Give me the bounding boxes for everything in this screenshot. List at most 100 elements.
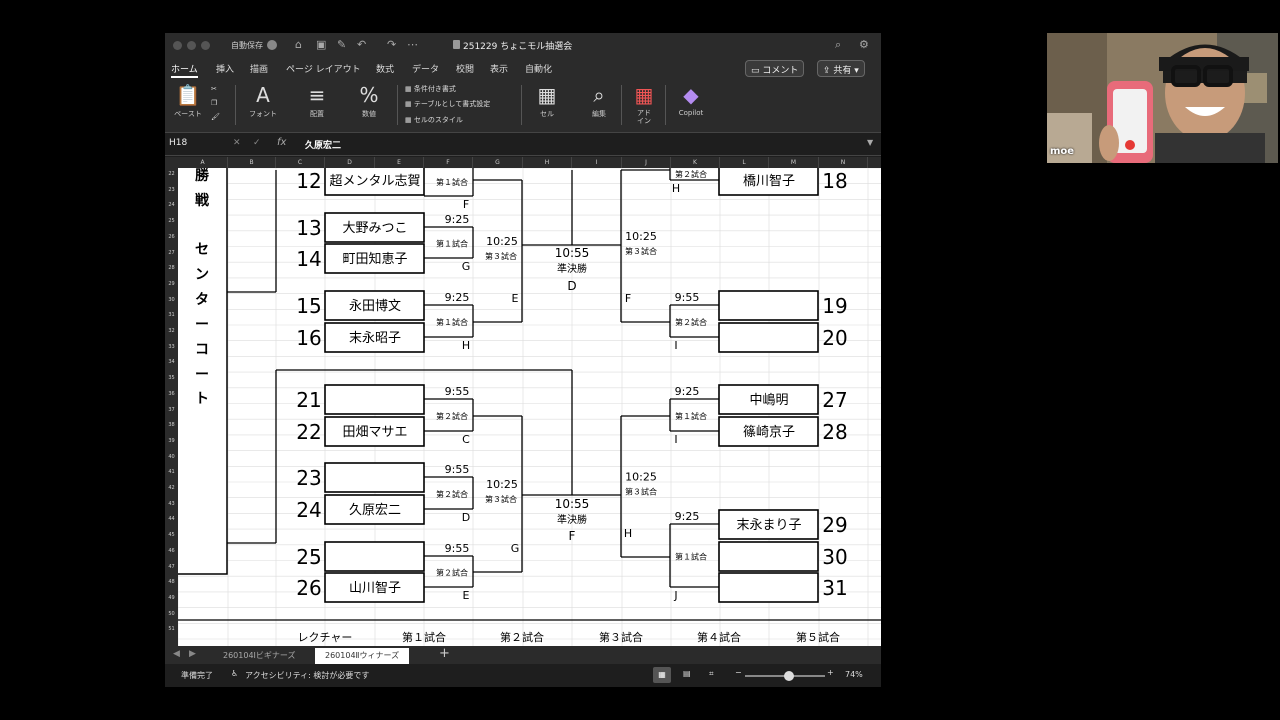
tab-review[interactable]: 校閲 bbox=[456, 62, 474, 75]
cancel-icon[interactable]: ✕ bbox=[233, 138, 241, 148]
sheet-tab-winners[interactable]: 260104Ⅱウィナーズ bbox=[315, 648, 410, 664]
zoom-level[interactable]: 74% bbox=[845, 670, 863, 679]
row-header[interactable]: 45 bbox=[165, 532, 178, 538]
page-layout-view-icon[interactable]: ▤ bbox=[683, 669, 691, 678]
row-header[interactable]: 33 bbox=[165, 344, 178, 350]
row-header[interactable]: 48 bbox=[165, 579, 178, 585]
number-button[interactable]: % 数値 bbox=[351, 81, 387, 119]
tab-view[interactable]: 表示 bbox=[490, 62, 508, 75]
row-header[interactable]: 23 bbox=[165, 187, 178, 193]
save-icon[interactable]: ▣ bbox=[316, 38, 326, 51]
paste-button[interactable]: 📋 ペースト bbox=[171, 81, 205, 119]
accessibility-status[interactable]: アクセシビリティ: 検討が必要です bbox=[245, 670, 369, 681]
column-header[interactable]: A bbox=[178, 157, 228, 168]
settings-icon[interactable]: ⚙ bbox=[859, 38, 869, 51]
row-header[interactable]: 36 bbox=[165, 391, 178, 397]
check-icon[interactable]: ✓ bbox=[253, 138, 261, 148]
font-button[interactable]: A フォント bbox=[245, 81, 281, 119]
tab-page-layout[interactable]: ページ レイアウト bbox=[286, 62, 361, 75]
column-header[interactable]: B bbox=[228, 157, 276, 168]
row-header[interactable]: 40 bbox=[165, 454, 178, 460]
row-header[interactable]: 43 bbox=[165, 501, 178, 507]
tab-automate[interactable]: 自動化 bbox=[525, 62, 552, 75]
cell-style-button[interactable]: ▦ セルのスタイル bbox=[405, 115, 463, 125]
column-header[interactable]: J bbox=[622, 157, 671, 168]
tab-data[interactable]: データ bbox=[412, 62, 439, 75]
row-header[interactable]: 46 bbox=[165, 548, 178, 554]
formula-input[interactable]: 久原宏二 bbox=[305, 138, 341, 151]
more-icon[interactable]: ⋯ bbox=[407, 38, 418, 51]
conditional-format-button[interactable]: ▦ 条件付き書式 bbox=[405, 84, 456, 94]
home-icon[interactable]: ⌂ bbox=[295, 38, 302, 51]
row-header[interactable]: 24 bbox=[165, 202, 178, 208]
sheet-tab-beginners[interactable]: 260104Ⅰビギナーズ bbox=[213, 648, 306, 664]
row-header[interactable]: 30 bbox=[165, 297, 178, 303]
zoom-out-icon[interactable]: − bbox=[735, 668, 742, 677]
prev-sheet-icon[interactable]: ◀ bbox=[173, 649, 180, 659]
row-header[interactable]: 37 bbox=[165, 407, 178, 413]
next-sheet-icon[interactable]: ▶ bbox=[189, 649, 196, 659]
close-window-button[interactable] bbox=[173, 41, 182, 50]
row-header[interactable]: 47 bbox=[165, 564, 178, 570]
tab-formulas[interactable]: 数式 bbox=[376, 62, 394, 75]
row-header[interactable]: 50 bbox=[165, 611, 178, 617]
row-header[interactable]: 27 bbox=[165, 250, 178, 256]
row-header[interactable]: 42 bbox=[165, 485, 178, 491]
column-header[interactable]: D bbox=[325, 157, 375, 168]
zoom-in-icon[interactable]: + bbox=[827, 668, 834, 677]
format-painter-icon[interactable]: 🖌 bbox=[211, 113, 220, 121]
column-header[interactable]: E bbox=[375, 157, 424, 168]
row-header[interactable]: 29 bbox=[165, 281, 178, 287]
column-header[interactable]: C bbox=[276, 157, 325, 168]
align-button[interactable]: ≡ 配置 bbox=[299, 81, 335, 119]
row-header[interactable]: 34 bbox=[165, 359, 178, 365]
zoom-slider[interactable] bbox=[745, 671, 825, 681]
worksheet[interactable]: 勝戦センターコート 12 超メンタル志賀 13 大野みつこ 14 町田知恵子 15 永田博文 16… bbox=[178, 168, 881, 646]
addin-button[interactable]: ▦ アド イン bbox=[629, 81, 659, 125]
copilot-button[interactable]: ◆ Copilot bbox=[673, 81, 709, 117]
column-header[interactable]: K bbox=[671, 157, 720, 168]
edit-icon[interactable]: ✎ bbox=[337, 38, 346, 51]
chevron-down-icon[interactable]: ▼ bbox=[867, 138, 873, 147]
tab-draw[interactable]: 描画 bbox=[250, 62, 268, 75]
row-header[interactable]: 49 bbox=[165, 595, 178, 601]
add-sheet-icon[interactable]: + bbox=[439, 646, 450, 661]
cut-icon[interactable]: ✂ bbox=[211, 85, 217, 93]
zoom-thumb[interactable] bbox=[784, 671, 794, 681]
table-format-button[interactable]: ▦ テーブルとして書式設定 bbox=[405, 99, 490, 109]
cell-button[interactable]: ▦ セル bbox=[529, 81, 565, 119]
edit-button[interactable]: ⌕ 編集 bbox=[581, 81, 617, 119]
share-button[interactable]: ⇪ 共有 ▾ bbox=[817, 60, 865, 77]
row-header[interactable]: 26 bbox=[165, 234, 178, 240]
autosave-toggle[interactable] bbox=[267, 40, 277, 50]
column-header[interactable]: H bbox=[523, 157, 572, 168]
maximize-window-button[interactable] bbox=[201, 41, 210, 50]
page-break-view-icon[interactable]: ⌗ bbox=[709, 669, 714, 679]
name-box[interactable]: H18 bbox=[169, 138, 229, 148]
column-header[interactable]: M bbox=[769, 157, 819, 168]
row-header[interactable]: 28 bbox=[165, 265, 178, 271]
row-header[interactable]: 38 bbox=[165, 422, 178, 428]
fx-icon[interactable]: fx bbox=[277, 137, 286, 148]
row-header[interactable]: 39 bbox=[165, 438, 178, 444]
redo-icon[interactable]: ↷ bbox=[387, 38, 396, 51]
normal-view-icon[interactable]: ▦ bbox=[653, 667, 671, 683]
column-header[interactable]: L bbox=[720, 157, 769, 168]
comment-button[interactable]: ▭ コメント bbox=[745, 60, 805, 77]
tab-insert[interactable]: 挿入 bbox=[216, 62, 234, 75]
column-header[interactable]: G bbox=[473, 157, 523, 168]
row-header[interactable]: 32 bbox=[165, 328, 178, 334]
column-header[interactable]: N bbox=[819, 157, 868, 168]
minimize-window-button[interactable] bbox=[187, 41, 196, 50]
column-header[interactable]: F bbox=[424, 157, 473, 168]
row-header[interactable]: 25 bbox=[165, 218, 178, 224]
row-header[interactable]: 44 bbox=[165, 516, 178, 522]
row-header[interactable]: 22 bbox=[165, 171, 178, 177]
row-header[interactable]: 51 bbox=[165, 626, 178, 632]
tab-home[interactable]: ホーム bbox=[171, 62, 198, 78]
copy-icon[interactable]: ❐ bbox=[211, 99, 217, 107]
search-icon[interactable]: ⌕ bbox=[835, 38, 841, 52]
row-header[interactable]: 31 bbox=[165, 312, 178, 318]
row-header[interactable]: 41 bbox=[165, 469, 178, 475]
column-header[interactable]: I bbox=[572, 157, 622, 168]
